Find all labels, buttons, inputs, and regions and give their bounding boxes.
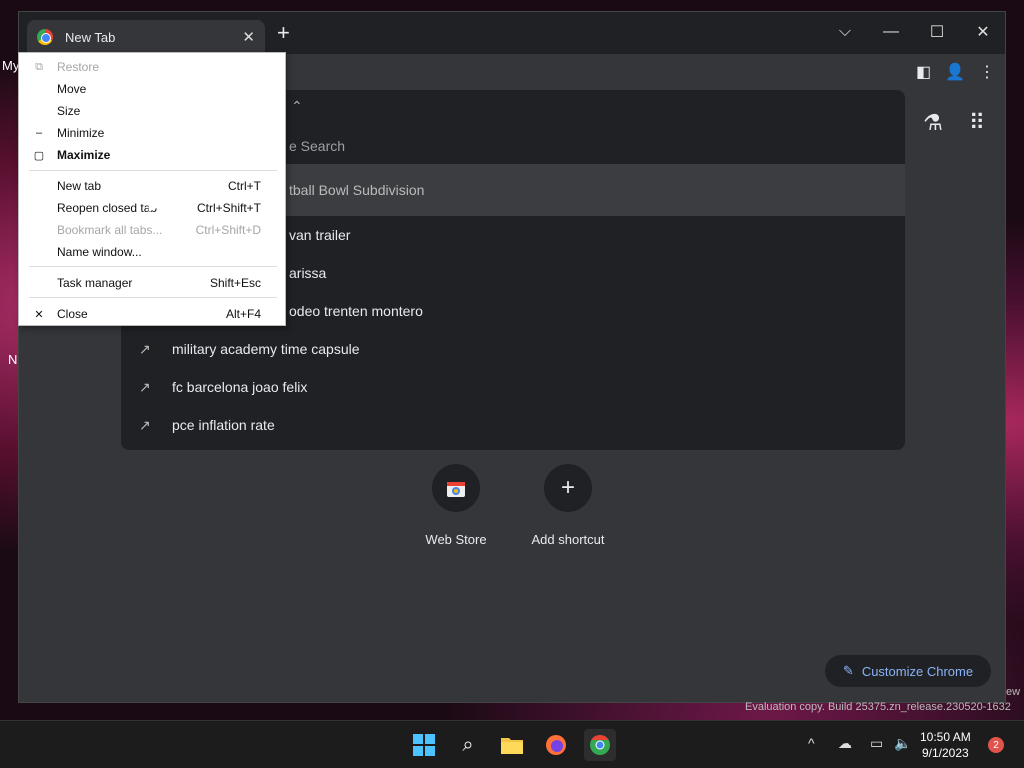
- menu-item-shortcut: Ctrl+T: [228, 179, 261, 193]
- file-explorer-icon[interactable]: [496, 729, 528, 761]
- menu-divider: [29, 266, 277, 267]
- chrome-taskbar-icon[interactable]: [584, 729, 616, 761]
- clock-date: 9/1/2023: [921, 746, 969, 760]
- ntp-top-icons: ⚗ ⠿: [923, 110, 985, 136]
- shortcut-web-store[interactable]: Web Store: [419, 464, 493, 547]
- menu-item-move[interactable]: Move: [19, 78, 285, 100]
- suggestion-item[interactable]: ↗ fc barcelona joao felix: [121, 368, 905, 406]
- menu-divider: [29, 170, 277, 171]
- suggestion-text: van trailer: [289, 227, 351, 243]
- trending-icon: ↗: [139, 340, 151, 357]
- window-system-menu: ⧉ Restore Move Size – Minimize ▢ Maximiz…: [18, 52, 286, 326]
- menu-item-maximize[interactable]: ▢ Maximize: [19, 144, 285, 166]
- desktop-label-fragment: N: [8, 352, 18, 367]
- chrome-icon: [37, 29, 53, 45]
- menu-item-label: Restore: [57, 60, 100, 74]
- minimize-icon: –: [35, 127, 43, 139]
- network-icon[interactable]: ▭: [870, 735, 883, 752]
- menu-item-label: Reopen closed tab: [57, 201, 158, 215]
- menu-item-label: New tab: [57, 179, 102, 193]
- clock-time: 10:50 AM: [920, 730, 971, 744]
- new-tab-button[interactable]: +: [277, 22, 290, 44]
- shortcuts-row: Web Store + Add shortcut: [419, 464, 605, 547]
- tab-title: New Tab: [65, 29, 116, 45]
- tab-new-tab[interactable]: New Tab ✕: [27, 20, 265, 54]
- web-store-icon: [432, 464, 480, 512]
- suggestion-text: military academy time capsule: [172, 341, 360, 357]
- maximize-button[interactable]: ☐: [915, 18, 959, 46]
- trending-icon: ↗: [139, 416, 151, 433]
- suggestion-text: odeo trenten montero: [289, 303, 423, 319]
- suggestion-item[interactable]: ↗ pce inflation rate: [121, 406, 905, 444]
- menu-item-shortcut: Alt+F4: [225, 307, 261, 321]
- menu-item-minimize[interactable]: – Minimize: [19, 122, 285, 144]
- chevron-up-icon: ⌃: [291, 98, 303, 114]
- taskbar: ⌕ ^ ☁ ▭ 🔈 10:50 AM 9/1/2023 2: [0, 720, 1024, 768]
- shortcut-label: Add shortcut: [531, 532, 605, 547]
- tab-search-dropdown-icon[interactable]: ⌵: [823, 18, 867, 46]
- menu-item-shortcut: Ctrl+Shift+T: [196, 201, 261, 215]
- clock[interactable]: 10:50 AM 9/1/2023: [920, 729, 971, 761]
- menu-item-shortcut: Ctrl+Shift+D: [195, 223, 261, 237]
- plus-icon: +: [544, 464, 592, 512]
- menu-item-label: Name window...: [57, 245, 142, 259]
- firefox-icon[interactable]: [540, 729, 572, 761]
- menu-item-bookmark-all-tabs[interactable]: Bookmark all tabs... Ctrl+Shift+D: [19, 219, 285, 241]
- shortcut-label: Web Store: [425, 532, 487, 547]
- add-shortcut-button[interactable]: + Add shortcut: [531, 464, 605, 547]
- close-window-button[interactable]: ✕: [961, 18, 1005, 46]
- search-icon[interactable]: ⌕: [452, 729, 484, 761]
- windows-logo-icon: [413, 734, 435, 756]
- close-tab-icon[interactable]: ✕: [242, 28, 255, 46]
- pencil-icon: ✎: [842, 663, 854, 678]
- trending-icon: ↗: [139, 378, 151, 395]
- maximize-icon: ▢: [33, 149, 45, 162]
- apps-grid-icon[interactable]: ⠿: [969, 110, 985, 136]
- toolbar-actions: ◧ 👤 ⋮: [916, 62, 995, 82]
- customize-label: Customize Chrome: [861, 663, 974, 679]
- profile-icon[interactable]: 👤: [945, 62, 965, 82]
- evaluation-watermark: Evaluation copy. Build 25375.zn_release.…: [745, 701, 1011, 713]
- minimize-button[interactable]: —: [869, 18, 913, 46]
- suggestion-text: arissa: [289, 265, 327, 281]
- menu-divider: [29, 297, 277, 298]
- menu-item-size[interactable]: Size: [19, 100, 285, 122]
- menu-item-label: Minimize: [57, 126, 105, 140]
- volume-icon[interactable]: 🔈: [894, 735, 911, 752]
- menu-item-restore[interactable]: ⧉ Restore: [19, 56, 285, 78]
- menu-item-shortcut: Shift+Esc: [209, 276, 261, 290]
- menu-item-label: Bookmark all tabs...: [57, 223, 163, 237]
- search-placeholder: e Search: [289, 138, 346, 154]
- desktop-label-fragment: My: [2, 58, 20, 73]
- suggestion-text: tball Bowl Subdivision: [289, 182, 425, 198]
- customize-chrome-button[interactable]: ✎ Customize Chrome: [825, 655, 991, 687]
- menu-item-label: Size: [57, 104, 81, 118]
- title-bar[interactable]: New Tab ✕ + ⌵ — ☐ ✕: [19, 12, 1005, 54]
- suggestion-text: pce inflation rate: [172, 417, 275, 433]
- chrome-menu-icon[interactable]: ⋮: [979, 62, 995, 82]
- menu-item-label: Move: [57, 82, 87, 96]
- notification-badge[interactable]: 2: [988, 737, 1004, 753]
- labs-flask-icon[interactable]: ⚗: [923, 110, 943, 136]
- suggestion-item[interactable]: ↗ military academy time capsule: [121, 330, 905, 368]
- menu-item-task-manager[interactable]: Task manager Shift+Esc: [19, 272, 285, 294]
- show-hidden-icons-button[interactable]: ^: [808, 735, 815, 751]
- close-icon: ✕: [34, 308, 44, 321]
- restore-icon: ⧉: [35, 60, 43, 73]
- onedrive-icon[interactable]: ☁: [838, 735, 852, 752]
- menu-item-close[interactable]: ✕ Close Alt+F4: [19, 303, 285, 325]
- menu-item-name-window[interactable]: Name window...: [19, 241, 285, 263]
- suggestion-text: fc barcelona joao felix: [172, 379, 308, 395]
- desktop-label-fragment: ew: [1006, 686, 1021, 698]
- menu-item-label: Task manager: [57, 276, 133, 290]
- side-panel-icon[interactable]: ◧: [916, 62, 931, 82]
- menu-item-label: Close: [57, 307, 88, 321]
- menu-item-label: Maximize: [57, 148, 111, 162]
- start-button[interactable]: [408, 729, 440, 761]
